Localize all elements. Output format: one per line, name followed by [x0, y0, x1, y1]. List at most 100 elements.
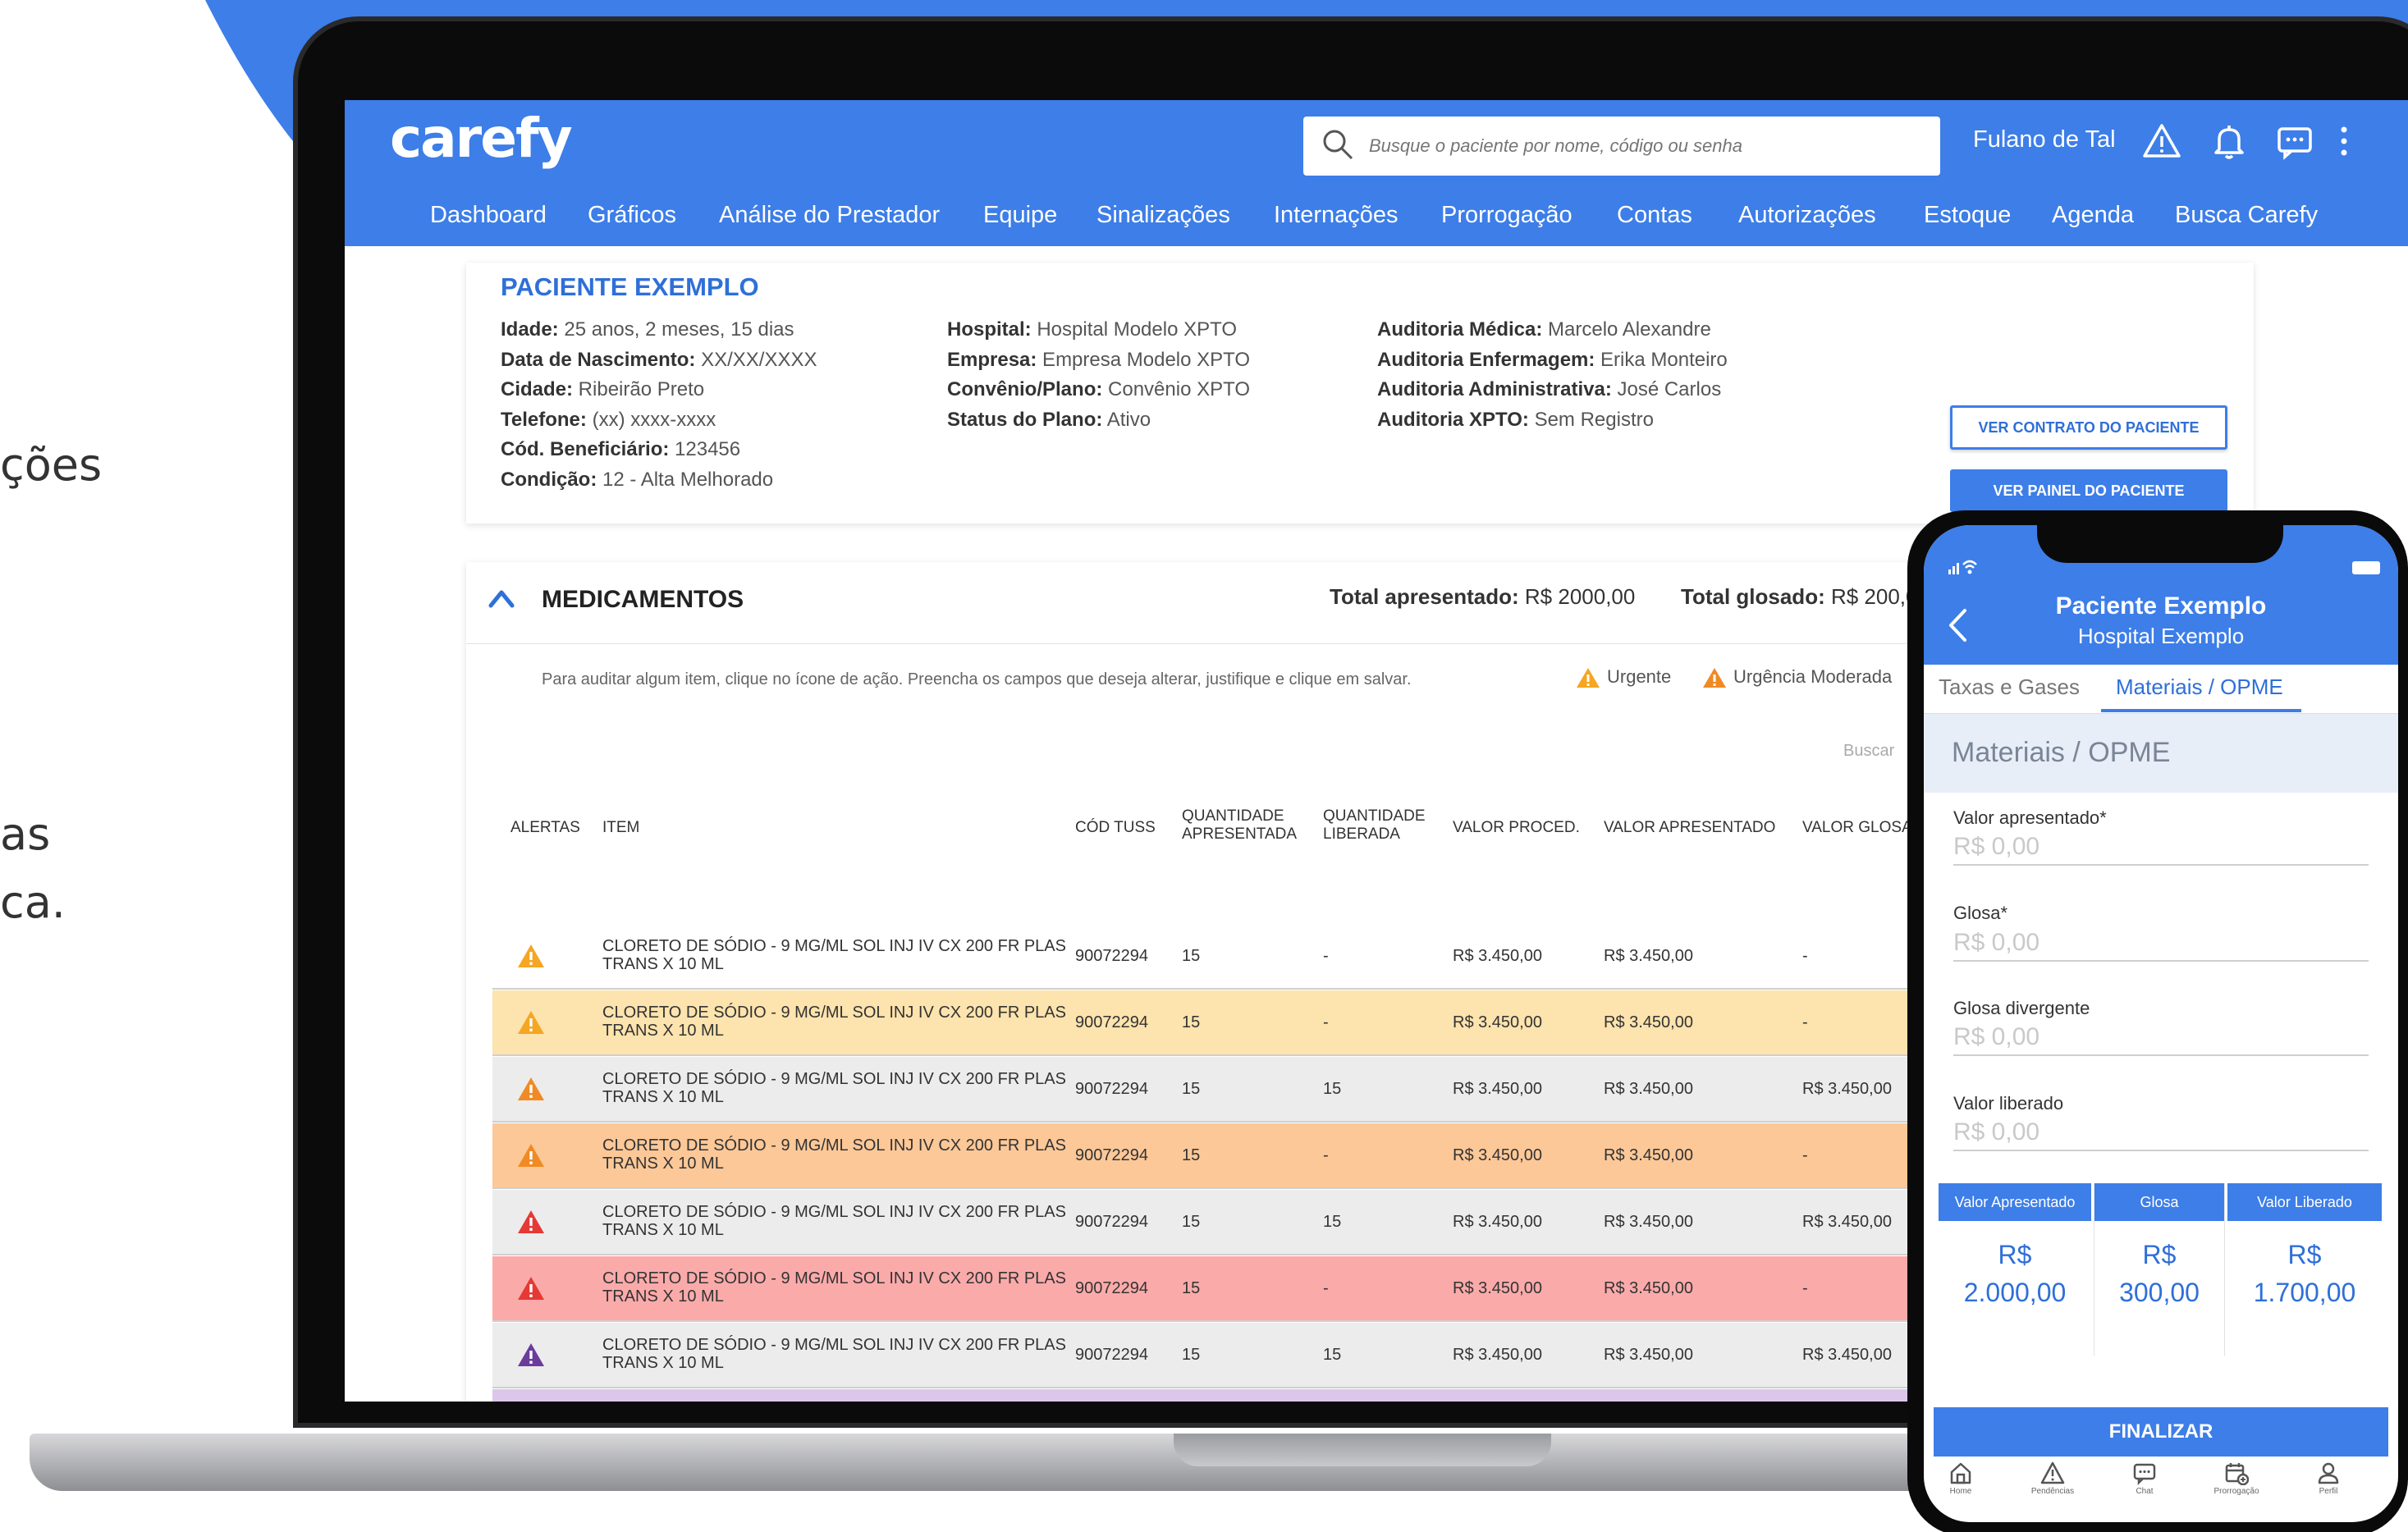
table-search[interactable]: Buscar — [1843, 742, 1894, 761]
col-alertas[interactable]: ALERTAS — [510, 819, 580, 837]
user-name[interactable]: Fulano de Tal — [1973, 126, 2116, 153]
valor-proced: R$ 3.450,00 — [1453, 1346, 1542, 1364]
valor-apresentado-input[interactable]: R$ 0,00 — [1953, 833, 2369, 866]
field-label-glosa: Glosa* — [1953, 903, 2008, 923]
item-name: CLORETO DE SÓDIO - 9 MG/ML SOL INJ IV CX… — [602, 937, 1066, 973]
legend-urgente: Urgente — [1576, 666, 1671, 688]
col-qtd-liberada[interactable]: QUANTIDADE LIBERADA — [1323, 807, 1426, 844]
tab-materiais-opme[interactable]: Materiais / OPME — [2116, 675, 2283, 700]
col-valor-proced[interactable]: VALOR PROCED. — [1453, 819, 1580, 837]
warning-icon[interactable] — [517, 1276, 545, 1301]
col-item[interactable]: ITEM — [602, 819, 639, 837]
summary-value: R$ 2.000,00 — [1939, 1221, 2091, 1311]
nav-analise-prestador[interactable]: Análise do Prestador — [719, 202, 940, 229]
nav-agenda[interactable]: Agenda — [2052, 202, 2134, 229]
laptop-base — [30, 1434, 2204, 1491]
info-label: Auditoria Enfermagem: — [1377, 348, 1595, 371]
instruction-text: Para auditar algum item, clique no ícone… — [542, 670, 1412, 688]
nav-contas[interactable]: Contas — [1617, 202, 1692, 229]
qtd-liberada: - — [1323, 1279, 1329, 1297]
search-input[interactable] — [1369, 130, 1911, 162]
valor-glosa: - — [1802, 1279, 1808, 1297]
col-cod-tuss[interactable]: CÓD TUSS — [1075, 819, 1156, 837]
item-line: CLORETO DE SÓDIO - 9 MG/ML SOL INJ IV CX… — [602, 1203, 1066, 1221]
brand-logo[interactable]: carefy — [390, 107, 573, 170]
info-label: Empresa: — [947, 348, 1037, 371]
total-label: Total apresentado: — [1330, 584, 1519, 609]
valor-liberado-input[interactable]: R$ 0,00 — [1953, 1118, 2369, 1151]
col-valor-apresentado[interactable]: VALOR APRESENTADO — [1604, 819, 1775, 837]
tab-taxas-gases[interactable]: Taxas e Gases — [1939, 675, 2080, 700]
phone-tabs: Taxas e Gases Materiais / OPME — [1924, 665, 2398, 714]
bottom-nav-prorrogacao[interactable]: Prorrogação — [2200, 1461, 2273, 1496]
nav-equipe[interactable]: Equipe — [983, 202, 1057, 229]
col-label: QUANTIDADE — [1182, 807, 1284, 825]
valor-apresentado: R$ 3.450,00 — [1604, 1080, 1693, 1098]
total-value: R$ 2000,00 — [1518, 584, 1636, 609]
nav-sinalizacoes[interactable]: Sinalizações — [1096, 202, 1230, 229]
nav-internacoes[interactable]: Internações — [1274, 202, 1399, 229]
warning-icon[interactable] — [517, 1342, 545, 1367]
bottom-nav-perfil[interactable]: Perfil — [2291, 1461, 2365, 1496]
glosa-divergente-input[interactable]: R$ 0,00 — [1953, 1023, 2369, 1056]
chat-icon[interactable] — [2275, 121, 2314, 161]
qtd-liberada: 15 — [1323, 1213, 1342, 1231]
bottom-nav-label: Home — [1949, 1487, 1972, 1496]
view-contract-button[interactable]: VER CONTRATO DO PACIENTE — [1950, 405, 2227, 450]
valor-glosa: - — [1802, 1013, 1808, 1031]
warning-icon[interactable] — [517, 1210, 545, 1234]
summary-header: Valor Apresentado — [1939, 1183, 2091, 1221]
nav-graficos[interactable]: Gráficos — [588, 202, 676, 229]
phone-header: Paciente Exemplo Hospital Exemplo — [1924, 525, 2398, 665]
patient-name: PACIENTE EXEMPLO — [501, 272, 759, 301]
item-line: TRANS X 10 ML — [602, 955, 724, 973]
summary-value: R$ 1.700,00 — [2227, 1221, 2382, 1311]
info-value: José Carlos — [1611, 378, 1722, 400]
chevron-up-icon[interactable] — [488, 586, 515, 611]
qtd-apresentada: 15 — [1182, 1346, 1201, 1364]
nav-autorizacoes[interactable]: Autorizações — [1738, 202, 1876, 229]
battery-icon — [2352, 561, 2380, 574]
patient-info-col2: Hospital: Hospital Modelo XPTO Empresa: … — [947, 315, 1250, 435]
bottom-nav-pendencias[interactable]: Pendências — [2016, 1461, 2090, 1496]
info-label: Auditoria XPTO: — [1377, 408, 1529, 431]
info-value: Marcelo Alexandre — [1542, 318, 1711, 341]
item-line: TRANS X 10 ML — [602, 1287, 724, 1306]
summary-glosa: Glosa R$ 300,00 — [2094, 1183, 2225, 1356]
more-vertical-icon[interactable] — [2334, 121, 2354, 161]
info-value: Convênio XPTO — [1102, 378, 1250, 400]
bottom-nav-chat[interactable]: Chat — [2108, 1461, 2181, 1496]
user-icon — [2318, 1462, 2339, 1484]
warning-icon — [1703, 668, 1726, 688]
qtd-apresentada: 15 — [1182, 1080, 1201, 1098]
col-valor-glosa[interactable]: VALOR GLOSA — [1802, 819, 1912, 837]
summary-valor-apresentado: Valor Apresentado R$ 2.000,00 — [1939, 1183, 2091, 1356]
alert-icon[interactable] — [2142, 121, 2181, 161]
summary-valor-liberado: Valor Liberado R$ 1.700,00 — [2227, 1183, 2382, 1356]
legend-moderada: Urgência Moderada — [1702, 666, 1892, 688]
glosa-input[interactable]: R$ 0,00 — [1953, 929, 2369, 962]
info-value: Hospital Modelo XPTO — [1031, 318, 1238, 341]
nav-dashboard[interactable]: Dashboard — [430, 202, 547, 229]
view-panel-button[interactable]: VER PAINEL DO PACIENTE — [1950, 469, 2227, 512]
item-line: CLORETO DE SÓDIO - 9 MG/ML SOL INJ IV CX… — [602, 1336, 1066, 1354]
bottom-nav-home[interactable]: Home — [1924, 1461, 1998, 1496]
col-qtd-apresentada[interactable]: QUANTIDADE APRESENTADA — [1182, 807, 1297, 844]
bottom-nav-label: Perfil — [2319, 1487, 2338, 1496]
search-box[interactable] — [1303, 117, 1940, 176]
nav-busca-carefy[interactable]: Busca Carefy — [2175, 202, 2318, 229]
calendar-add-icon — [2225, 1463, 2249, 1485]
warning-icon[interactable] — [517, 1077, 545, 1101]
nav-estoque[interactable]: Estoque — [1924, 202, 2011, 229]
warning-icon[interactable] — [517, 944, 545, 968]
nav-prorrogacao[interactable]: Prorrogação — [1441, 202, 1573, 229]
field-label-valor-liberado: Valor liberado — [1953, 1093, 2064, 1114]
bell-icon[interactable] — [2209, 121, 2249, 161]
info-value: (xx) xxxx-xxxx — [586, 408, 716, 431]
valor-proced: R$ 3.450,00 — [1453, 1213, 1542, 1231]
phone-title: Paciente Exemplo — [2055, 592, 2267, 620]
finalizar-button[interactable]: FINALIZAR — [1934, 1407, 2388, 1457]
signal-wifi-icon — [1948, 560, 1977, 574]
warning-icon[interactable] — [517, 1010, 545, 1035]
warning-icon[interactable] — [517, 1143, 545, 1168]
